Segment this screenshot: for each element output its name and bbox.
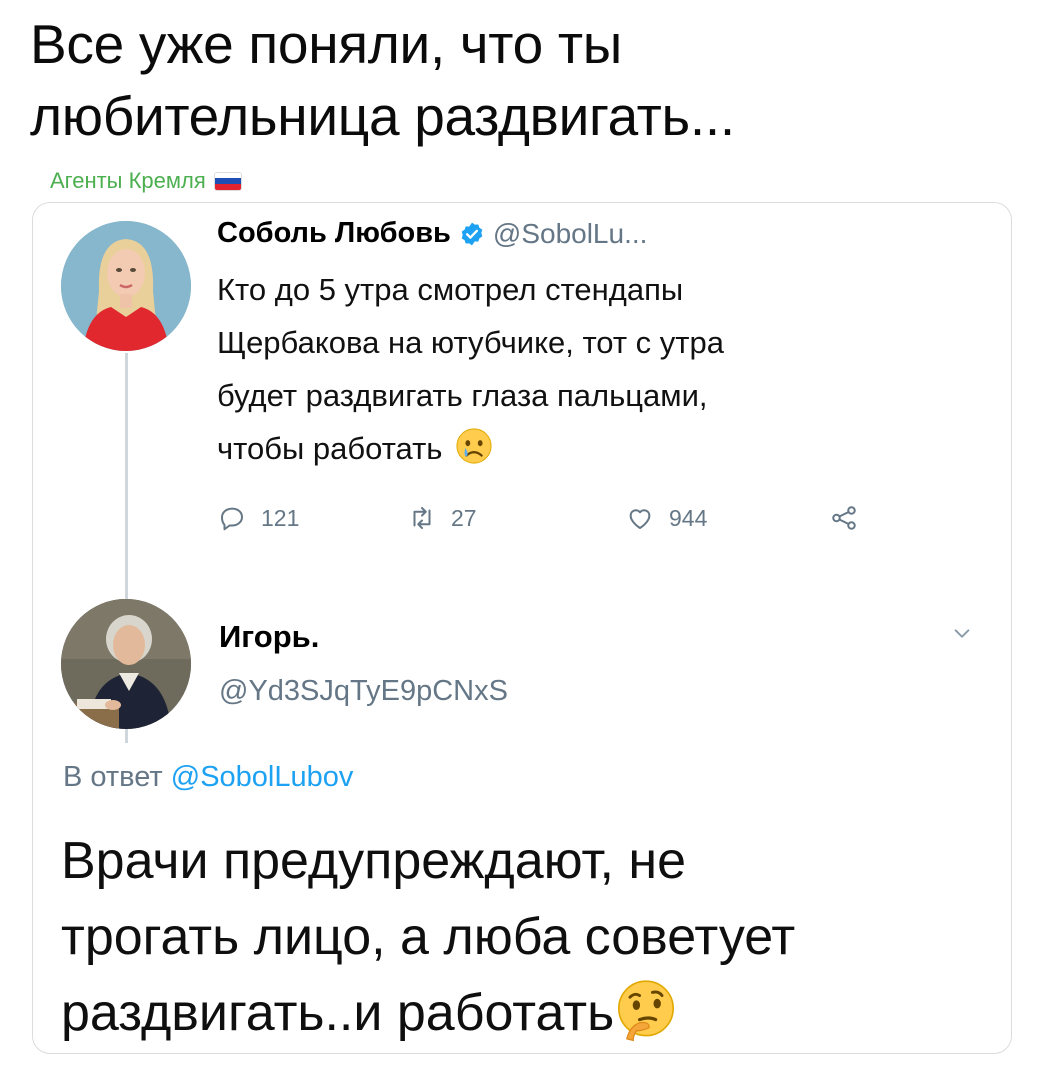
tweet2-line: Врачи предупреждают, не [61,832,687,890]
author-handle[interactable]: @Yd3SJqTyE9pCNxS [219,675,508,708]
meme-caption: Все уже поняли, что ты любительница разд… [30,8,1020,152]
tweet2-line: раздвигать..и работать [61,984,615,1042]
tweet2-line: трогать лицо, а люба советует [61,908,796,966]
chevron-down-icon[interactable] [951,623,973,645]
tweet-thread-card: Соболь Любовь @SobolLu... Кто до 5 утра … [32,202,1012,1054]
russian-flag-icon [213,171,242,191]
tweet1-line: будет раздвигать глаза пальцами, [217,378,708,413]
tweet1-line: чтобы работать [217,431,443,466]
like-action[interactable]: 944 [625,503,707,533]
avatar-sobol[interactable] [61,221,191,351]
reply-count: 121 [261,504,300,531]
share-icon [832,506,856,530]
tweet1-header: Соболь Любовь @SobolLu... [217,217,647,250]
portrait-painting-icon [61,599,191,729]
like-count: 944 [669,504,708,531]
reply-action[interactable]: 121 [217,503,299,533]
tweet2-body: Врачи предупреждают, не трогать лицо, а … [61,823,981,1051]
share-action[interactable] [829,503,859,533]
tweet2-line-last: раздвигать..и работать [61,975,981,1051]
heart-icon [629,509,651,529]
caption-line-2: любительница раздвигать... [30,85,735,147]
woman-portrait-icon [61,221,191,351]
reply-prefix: В ответ [63,761,163,793]
author-handle[interactable]: @SobolLu... [493,218,648,250]
tweet1-line-last: чтобы работать [217,422,937,475]
source-attribution[interactable]: Агенты Кремля [50,168,242,194]
retweet-count: 27 [451,504,477,531]
reply-icon [221,507,243,531]
avatar-igor[interactable] [61,599,191,729]
author-name[interactable]: Соболь Любовь [217,217,451,250]
tweet1-body: Кто до 5 утра смотрел стендапы Щербакова… [217,263,937,475]
reply-mention-link[interactable]: @SobolLubov [171,761,354,793]
reply-context: В ответ @SobolLubov [63,761,353,794]
retweet-action[interactable]: 27 [407,503,477,533]
retweet-icon [413,507,431,529]
source-label: Агенты Кремля [50,168,206,193]
tweet1-actions: 121 27 944 [217,503,877,543]
crying-face-emoji-icon [456,428,492,464]
thinking-face-emoji-icon [618,980,675,1042]
verified-badge-icon [461,222,483,245]
author-name[interactable]: Игорь. [219,619,319,655]
tweet1-line: Щербакова на ютубчике, тот с утра [217,325,724,360]
tweet1-line: Кто до 5 утра смотрел стендапы [217,272,684,307]
caption-line-1: Все уже поняли, что ты [30,13,622,75]
